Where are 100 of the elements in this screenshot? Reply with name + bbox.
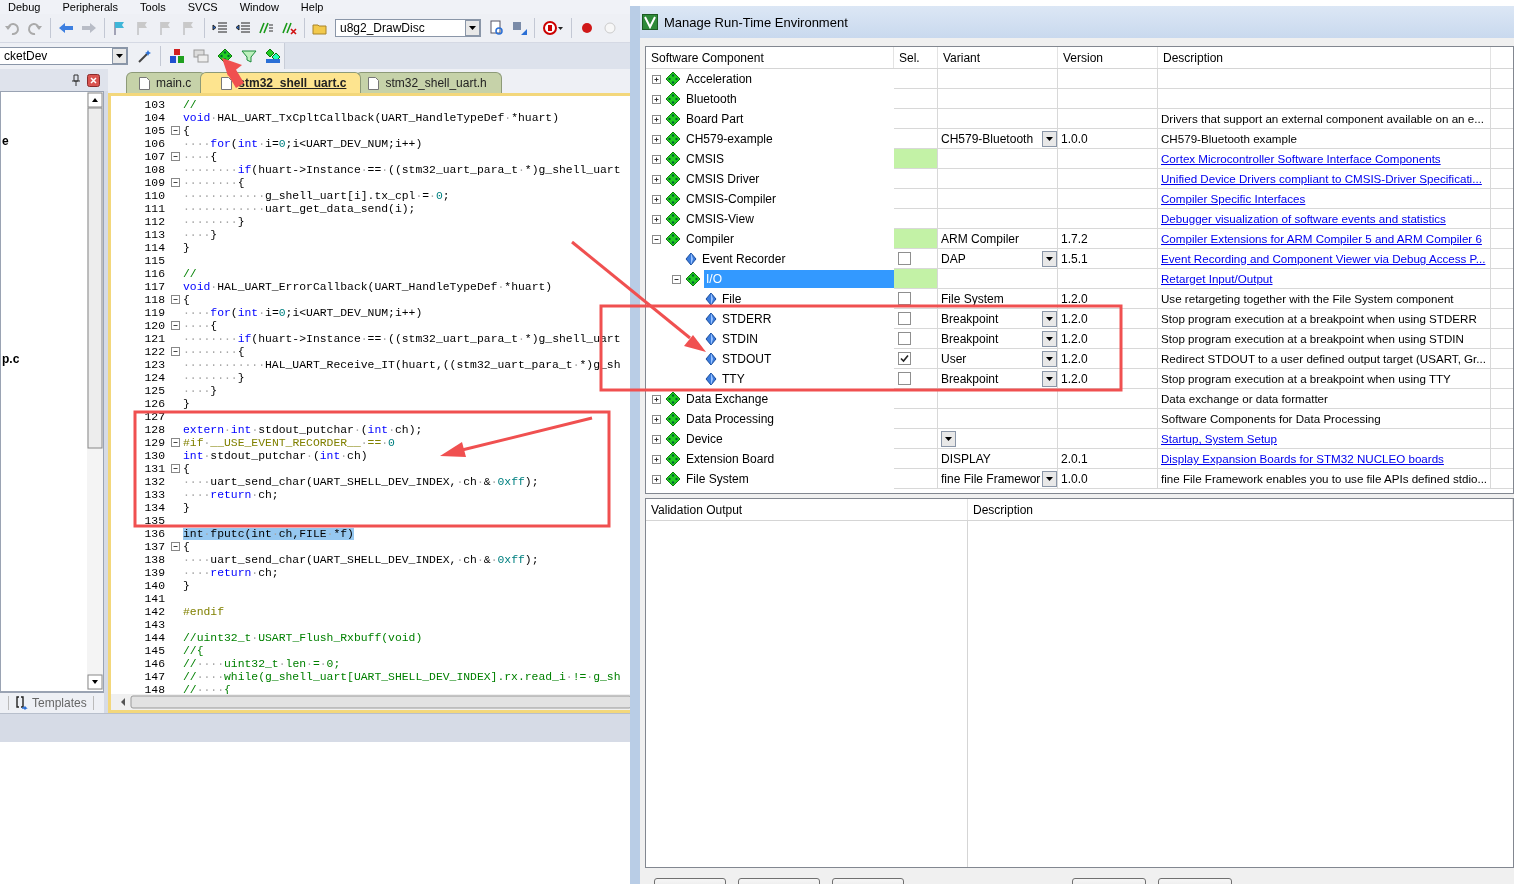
description-link[interactable]: Cortex Microcontroller Software Interface Components — [1161, 152, 1441, 165]
expand-toggle-icon[interactable] — [651, 133, 662, 145]
menu-item[interactable]: SVCS — [187, 1, 218, 13]
column-header[interactable]: Validation Output — [646, 499, 968, 520]
tree-item[interactable]: Bluetooth — [684, 90, 894, 108]
tree-item[interactable]: TTY — [720, 370, 894, 388]
tree-item[interactable]: Device — [684, 430, 894, 448]
description-link[interactable]: Event Recording and Component Viewer via Debug Access P... — [1161, 252, 1486, 265]
expand-toggle-icon[interactable] — [651, 213, 662, 225]
file-tab[interactable]: stm32_shell_uart.c — [200, 72, 362, 93]
column-header[interactable]: Software Component — [646, 47, 894, 68]
back-arrow-icon[interactable] — [58, 20, 74, 36]
tree-item[interactable]: CMSIS Driver — [684, 170, 894, 188]
tree-item[interactable]: File — [720, 290, 894, 308]
column-header[interactable]: Variant — [938, 47, 1058, 68]
tree-item[interactable]: Acceleration — [684, 70, 894, 88]
description-link[interactable]: Compiler Extensions for ARM Compiler 5 and ARM Compiler 6 — [1161, 232, 1482, 245]
blocks-icon[interactable] — [169, 48, 185, 64]
tree-item[interactable]: CMSIS — [684, 150, 894, 168]
tree-item[interactable]: CH579-example — [684, 130, 894, 148]
outdent-icon[interactable] — [235, 20, 251, 36]
variant-dropdown[interactable]: Breakpoint — [941, 309, 1057, 328]
pin-icon[interactable] — [71, 74, 81, 86]
document-search-icon[interactable] — [488, 20, 504, 36]
checkbox[interactable] — [898, 252, 911, 265]
tree-item[interactable]: STDERR — [720, 310, 894, 328]
variant-dropdown[interactable]: Breakpoint — [941, 329, 1057, 348]
variant-dropdown[interactable]: Breakpoint — [941, 369, 1057, 388]
description-link[interactable]: Compiler Specific Interfaces — [1161, 192, 1306, 205]
expand-toggle-icon[interactable] — [651, 93, 662, 105]
column-header[interactable]: Description — [968, 499, 1513, 520]
expand-toggle-icon[interactable] — [651, 413, 662, 425]
magic-wand-icon[interactable] — [136, 48, 152, 64]
expand-toggle-icon[interactable] — [651, 453, 662, 465]
expand-toggle-icon[interactable] — [651, 473, 662, 485]
indent-icon[interactable] — [212, 20, 228, 36]
project-combo[interactable]: cketDev — [0, 47, 128, 65]
tree-item[interactable]: CMSIS-View — [684, 210, 894, 228]
close-icon[interactable] — [87, 73, 100, 87]
column-header[interactable]: Version — [1058, 47, 1158, 68]
checkbox[interactable] — [898, 332, 911, 345]
fold-toggle-icon[interactable] — [170, 464, 180, 473]
fold-toggle-icon[interactable] — [170, 321, 180, 330]
tree-item[interactable]: Event Recorder — [700, 250, 894, 268]
vertical-scrollbar[interactable] — [87, 92, 103, 690]
funnel-icon[interactable] — [241, 48, 257, 64]
tree-item[interactable]: e — [2, 134, 9, 148]
tree-item[interactable]: STDIN — [720, 330, 894, 348]
tree-item[interactable]: STDOUT — [720, 350, 894, 368]
expand-toggle-icon[interactable] — [651, 193, 662, 205]
diamonds-icon[interactable] — [265, 48, 281, 64]
description-link[interactable]: Display Expansion Boards for STM32 NUCLEO boards — [1161, 452, 1444, 465]
variant-dropdown[interactable]: CH579-Bluetooth — [941, 129, 1057, 148]
expand-toggle-icon[interactable] — [651, 433, 662, 445]
description-link[interactable]: Debugger visualization of software events and statistics — [1161, 212, 1446, 225]
fold-toggle-icon[interactable] — [170, 438, 180, 447]
column-header[interactable]: Sel. — [894, 47, 938, 68]
variant-dropdown[interactable]: DAP — [941, 249, 1057, 268]
menu-item[interactable]: Peripherals — [62, 1, 119, 13]
tree-item[interactable]: Data Processing — [684, 410, 894, 428]
comment-icon[interactable] — [258, 20, 274, 36]
tree-item[interactable]: Board Part — [684, 110, 894, 128]
expand-toggle-icon[interactable] — [651, 233, 662, 245]
description-link[interactable]: Retarget Input/Output — [1161, 272, 1273, 285]
tree-item[interactable]: Extension Board — [684, 450, 894, 468]
target-combo[interactable]: u8g2_DrawDisc — [335, 19, 481, 37]
menu-item[interactable]: Debug — [8, 1, 41, 13]
fold-toggle-icon[interactable] — [170, 152, 180, 161]
checkbox[interactable] — [898, 312, 911, 325]
uncomment-icon[interactable] — [281, 20, 297, 36]
column-header[interactable]: Description — [1158, 47, 1491, 68]
tree-item[interactable]: Data Exchange — [684, 390, 894, 408]
variant-dropdown[interactable]: fine File Framewor — [941, 469, 1057, 488]
fold-toggle-icon[interactable] — [170, 178, 180, 187]
breakpoint-icon[interactable] — [579, 20, 595, 36]
checkbox[interactable] — [898, 292, 911, 305]
description-link[interactable]: Unified Device Drivers compliant to CMSIS-Driver Specificati... — [1161, 172, 1482, 185]
description-link[interactable]: Startup, System Setup — [1161, 432, 1277, 445]
expand-toggle-icon[interactable] — [651, 393, 662, 405]
expand-toggle-icon[interactable] — [651, 173, 662, 185]
fold-toggle-icon[interactable] — [170, 126, 180, 135]
fold-toggle-icon[interactable] — [170, 347, 180, 356]
menu-item[interactable]: Tools — [140, 1, 166, 13]
expand-toggle-icon[interactable] — [671, 273, 682, 285]
variant-dropdown[interactable]: User — [941, 349, 1057, 368]
fold-toggle-icon[interactable] — [170, 542, 180, 551]
tree-item[interactable]: CMSIS-Compiler — [684, 190, 894, 208]
debug-icon[interactable] — [542, 20, 564, 36]
expand-toggle-icon[interactable] — [651, 73, 662, 85]
menu-item[interactable]: Window — [239, 1, 279, 13]
checkbox[interactable] — [898, 372, 911, 385]
checkbox[interactable] — [898, 352, 911, 365]
tree-item[interactable]: p.c — [2, 352, 20, 366]
tree-item[interactable]: Compiler — [684, 230, 894, 248]
menu-item[interactable]: Help — [300, 1, 324, 13]
tree-item[interactable]: File System — [684, 470, 894, 488]
horizontal-scrollbar[interactable] — [111, 694, 630, 710]
expand-toggle-icon[interactable] — [651, 153, 662, 165]
expand-toggle-icon[interactable] — [651, 113, 662, 125]
fold-toggle-icon[interactable] — [170, 295, 180, 304]
